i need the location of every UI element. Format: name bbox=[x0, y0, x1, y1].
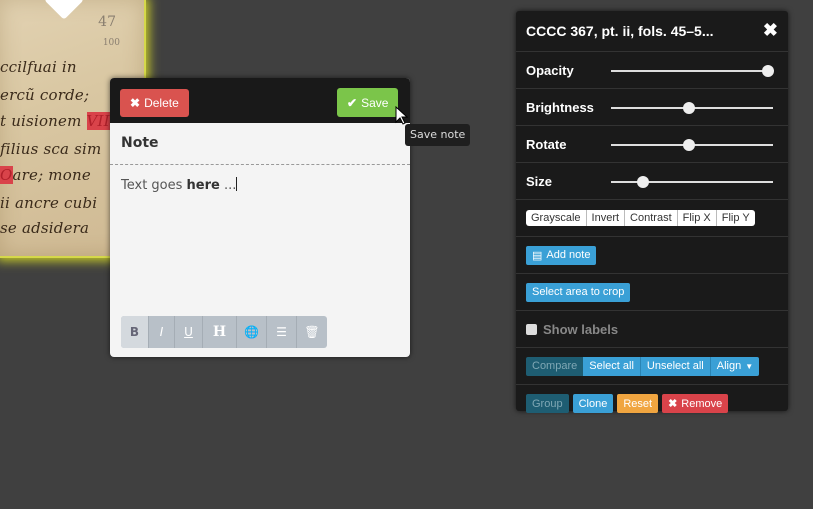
heading-button[interactable]: H bbox=[203, 316, 237, 348]
reset-button[interactable]: Reset bbox=[617, 394, 659, 413]
show-labels-label: Show labels bbox=[543, 321, 619, 337]
globe-icon: 🌐 bbox=[244, 325, 259, 339]
brightness-row: Brightness bbox=[516, 89, 788, 126]
save-button[interactable]: ✔ Save bbox=[337, 88, 399, 117]
delete-button[interactable]: ✖ Delete bbox=[120, 89, 189, 117]
text-caret bbox=[236, 177, 238, 191]
note-icon: ▤ bbox=[532, 249, 543, 262]
brightness-slider[interactable] bbox=[611, 102, 773, 114]
list-icon: ☰ bbox=[276, 325, 287, 339]
bold-button[interactable]: B bbox=[121, 316, 149, 348]
align-dropdown[interactable]: Align ▼ bbox=[710, 356, 760, 376]
save-tooltip: Save note bbox=[405, 124, 471, 146]
filter-button-group: Grayscale Invert Contrast Flip X Flip Y bbox=[526, 210, 755, 226]
delete-format-button[interactable]: 🗑 bbox=[297, 316, 327, 348]
manuscript-line: filius sca sim bbox=[0, 140, 102, 158]
image-notch bbox=[44, 0, 84, 20]
folio-number: 47 bbox=[98, 14, 116, 30]
check-icon: ✔ bbox=[347, 95, 358, 110]
manuscript-line: Oare; mone bbox=[0, 166, 91, 184]
select-all-button[interactable]: Select all bbox=[583, 356, 641, 376]
mouse-cursor-icon bbox=[395, 106, 409, 125]
format-toolbar: B I U H 🌐 ☰ 🗑 bbox=[121, 316, 327, 348]
unselect-all-button[interactable]: Unselect all bbox=[640, 356, 711, 376]
invert-button[interactable]: Invert bbox=[587, 210, 626, 226]
delete-label: Delete bbox=[144, 96, 179, 110]
group-row: Group Clone Reset ✖ Remove bbox=[516, 385, 788, 422]
slider-knob[interactable] bbox=[682, 102, 695, 114]
compare-button[interactable]: Compare bbox=[526, 356, 584, 376]
group-button[interactable]: Group bbox=[526, 394, 569, 413]
size-slider[interactable] bbox=[611, 176, 773, 188]
size-row: Size bbox=[516, 163, 788, 200]
note-panel: ✖ Delete ✔ Save Note Text goes here ... … bbox=[110, 78, 410, 357]
italic-button[interactable]: I bbox=[149, 316, 175, 348]
trash-icon: 🗑 bbox=[304, 325, 320, 339]
add-note-row: ▤ Add note bbox=[516, 237, 788, 274]
add-note-button[interactable]: ▤ Add note bbox=[526, 245, 597, 265]
manuscript-line: ccilfuai in bbox=[0, 58, 77, 76]
manuscript-line: ii ancre cubi bbox=[0, 194, 98, 212]
opacity-slider[interactable] bbox=[611, 65, 775, 77]
close-icon: ✖ bbox=[668, 398, 678, 410]
opacity-label: Opacity bbox=[526, 62, 574, 78]
note-title[interactable]: Note bbox=[110, 123, 410, 165]
slider-knob[interactable] bbox=[637, 176, 650, 188]
crop-button[interactable]: Select area to crop bbox=[526, 282, 631, 302]
manuscript-line: se adsidera bbox=[0, 219, 90, 237]
filters-row: Grayscale Invert Contrast Flip X Flip Y bbox=[516, 200, 788, 237]
panel-title: CCCC 367, pt. ii, fols. 45–5... ✖ bbox=[516, 11, 788, 52]
clone-button[interactable]: Clone bbox=[572, 394, 614, 413]
note-header: ✖ Delete ✔ Save bbox=[110, 78, 410, 123]
slider-knob[interactable] bbox=[682, 139, 695, 151]
slider-knob[interactable] bbox=[762, 65, 775, 77]
manuscript-line: t uisionem VII bbox=[0, 112, 110, 130]
grayscale-button[interactable]: Grayscale bbox=[526, 210, 587, 226]
image-control-panel: CCCC 367, pt. ii, fols. 45–5... ✖ Opacit… bbox=[516, 11, 788, 413]
flip-y-button[interactable]: Flip Y bbox=[717, 210, 755, 226]
size-label: Size bbox=[526, 173, 553, 189]
flip-x-button[interactable]: Flip X bbox=[678, 210, 717, 226]
contrast-button[interactable]: Contrast bbox=[625, 210, 678, 226]
brightness-label: Brightness bbox=[526, 99, 594, 115]
remove-button[interactable]: ✖ Remove bbox=[662, 394, 729, 413]
link-button[interactable]: 🌐 bbox=[237, 316, 267, 348]
rotate-row: Rotate bbox=[516, 126, 788, 163]
crop-row: Select area to crop bbox=[516, 274, 788, 311]
labels-row: Show labels bbox=[516, 311, 788, 348]
opacity-row: Opacity bbox=[516, 52, 788, 89]
note-editor[interactable]: Text goes here ... bbox=[110, 165, 410, 205]
caret-down-icon: ▼ bbox=[745, 361, 754, 371]
show-labels-checkbox[interactable] bbox=[526, 323, 537, 335]
list-button[interactable]: ☰ bbox=[267, 316, 297, 348]
compare-row: Compare Select all Unselect all Align ▼ bbox=[516, 348, 788, 385]
underline-button[interactable]: U bbox=[175, 316, 203, 348]
close-icon: ✖ bbox=[130, 96, 141, 110]
rotate-label: Rotate bbox=[526, 136, 567, 152]
save-label: Save bbox=[361, 95, 389, 110]
close-icon[interactable]: ✖ bbox=[763, 20, 778, 41]
folio-small: 100 bbox=[102, 38, 120, 48]
rotate-slider[interactable] bbox=[611, 139, 773, 151]
manuscript-line: ercũ corde; bbox=[0, 86, 90, 104]
